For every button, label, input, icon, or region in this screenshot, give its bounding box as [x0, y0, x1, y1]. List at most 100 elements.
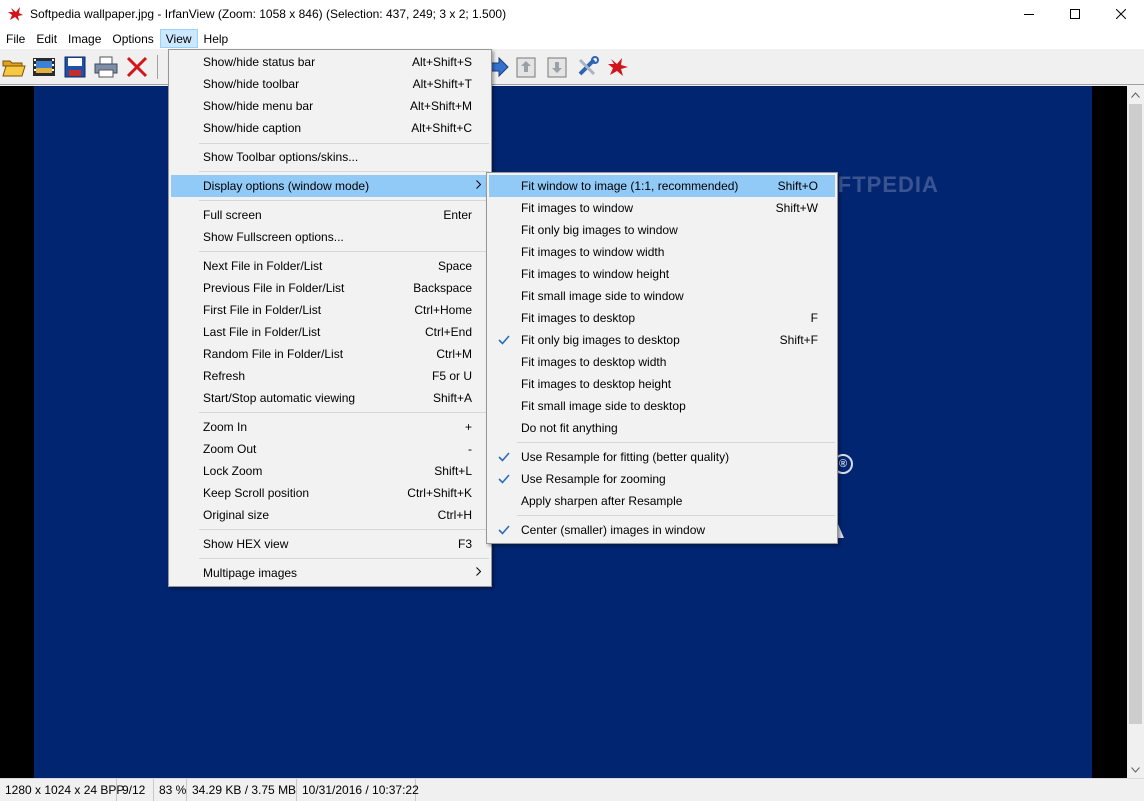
- toolbar-separator: [157, 55, 158, 79]
- submenu-item-fit-window-width[interactable]: Fit images to window width: [489, 241, 835, 263]
- menu-item-last-file[interactable]: Last File in Folder/List Ctrl+End: [171, 321, 489, 343]
- menu-item-next-file[interactable]: Next File in Folder/List Space: [171, 255, 489, 277]
- submenu-item-apply-sharpen[interactable]: Apply sharpen after Resample: [489, 490, 835, 512]
- menu-separator: [199, 251, 489, 252]
- display-options-submenu: Fit window to image (1:1, recommended) Sh…: [486, 172, 838, 544]
- delete-icon: [126, 56, 148, 78]
- status-datetime: 10/31/2016 / 10:37:22: [297, 778, 419, 801]
- status-zoom: 83 %: [154, 778, 187, 801]
- menu-file[interactable]: File: [1, 29, 30, 48]
- menu-edit[interactable]: Edit: [31, 29, 62, 48]
- menu-options[interactable]: Options: [107, 29, 158, 48]
- menu-separator: [199, 558, 489, 559]
- menu-item-multipage-images[interactable]: Multipage images: [171, 562, 489, 584]
- menu-separator: [517, 515, 835, 516]
- menu-item-first-file[interactable]: First File in Folder/List Ctrl+Home: [171, 299, 489, 321]
- save-icon: [64, 56, 86, 78]
- menu-separator: [199, 200, 489, 201]
- minimize-icon: [1024, 14, 1034, 15]
- close-icon: [1116, 9, 1126, 19]
- checkmark-icon: [498, 452, 510, 462]
- submenu-item-fit-desktop-height[interactable]: Fit images to desktop height: [489, 373, 835, 395]
- menu-separator: [199, 143, 489, 144]
- menu-item-show-hide-status-bar[interactable]: Show/hide status bar Alt+Shift+S: [171, 51, 489, 73]
- vertical-scrollbar[interactable]: [1127, 86, 1144, 778]
- tools-button[interactable]: [575, 54, 601, 80]
- close-button[interactable]: [1098, 0, 1144, 28]
- menu-image[interactable]: Image: [63, 29, 106, 48]
- maximize-button[interactable]: [1052, 0, 1098, 28]
- title-bar: Softpedia wallpaper.jpg - IrfanView (Zoo…: [0, 0, 1144, 28]
- copy-button[interactable]: [513, 54, 539, 80]
- menu-item-refresh[interactable]: Refresh F5 or U: [171, 365, 489, 387]
- status-filesize: 34.29 KB / 3.75 MB: [187, 778, 297, 801]
- slideshow-icon: [33, 58, 55, 76]
- submenu-item-fit-big-to-desktop[interactable]: Fit only big images to desktop Shift+F: [489, 329, 835, 351]
- menu-help[interactable]: Help: [199, 29, 234, 48]
- menu-item-keep-scroll[interactable]: Keep Scroll position Ctrl+Shift+K: [171, 482, 489, 504]
- scroll-thumb[interactable]: [1129, 104, 1142, 724]
- menu-item-display-options[interactable]: Display options (window mode): [171, 175, 489, 197]
- status-dimensions: 1280 x 1024 x 24 BPP: [0, 778, 124, 801]
- menu-item-show-hide-caption[interactable]: Show/hide caption Alt+Shift+C: [171, 117, 489, 139]
- submenu-item-center-images[interactable]: Center (smaller) images in window: [489, 519, 835, 541]
- status-bar: 1280 x 1024 x 24 BPP 9/12 83 % 34.29 KB …: [0, 778, 1144, 801]
- submenu-item-fit-desktop-width[interactable]: Fit images to desktop width: [489, 351, 835, 373]
- print-icon: [94, 56, 118, 78]
- minimize-button[interactable]: [1006, 0, 1052, 28]
- chevron-right-icon: [476, 567, 481, 576]
- menu-item-toolbar-options[interactable]: Show Toolbar options/skins...: [171, 146, 489, 168]
- menu-item-show-hide-menu-bar[interactable]: Show/hide menu bar Alt+Shift+M: [171, 95, 489, 117]
- open-folder-icon: [2, 60, 26, 77]
- chevron-down-icon: [1131, 766, 1140, 773]
- chevron-right-icon: [476, 180, 481, 189]
- paste-button[interactable]: [544, 54, 570, 80]
- copy-icon: [516, 57, 536, 78]
- menu-separator: [517, 442, 835, 443]
- menu-item-fullscreen-options[interactable]: Show Fullscreen options...: [171, 226, 489, 248]
- chevron-up-icon: [1131, 91, 1140, 98]
- save-button[interactable]: [62, 54, 88, 80]
- submenu-item-fit-big-to-window[interactable]: Fit only big images to window: [489, 219, 835, 241]
- open-folder-button[interactable]: [1, 54, 27, 80]
- menu-item-lock-zoom[interactable]: Lock Zoom Shift+L: [171, 460, 489, 482]
- checkmark-icon: [498, 525, 510, 535]
- menu-item-random-file[interactable]: Random File in Folder/List Ctrl+M: [171, 343, 489, 365]
- print-button[interactable]: [93, 54, 119, 80]
- menu-bar: File Edit Image Options View Help: [0, 28, 1144, 49]
- menu-separator: [199, 412, 489, 413]
- tools-icon: [578, 56, 599, 76]
- submenu-item-fit-images-to-window[interactable]: Fit images to window Shift+W: [489, 197, 835, 219]
- menu-item-original-size[interactable]: Original size Ctrl+H: [171, 504, 489, 526]
- delete-button[interactable]: [124, 54, 150, 80]
- menu-item-full-screen[interactable]: Full screen Enter: [171, 204, 489, 226]
- checkmark-icon: [498, 335, 510, 345]
- scroll-down-arrow[interactable]: [1127, 761, 1144, 778]
- irfanview-icon: [608, 58, 628, 76]
- menu-item-auto-viewing[interactable]: Start/Stop automatic viewing Shift+A: [171, 387, 489, 409]
- submenu-item-fit-window-height[interactable]: Fit images to window height: [489, 263, 835, 285]
- menu-item-zoom-out[interactable]: Zoom Out -: [171, 438, 489, 460]
- view-menu: Show/hide status bar Alt+Shift+S Show/hid…: [168, 49, 492, 587]
- submenu-item-fit-small-side-desktop[interactable]: Fit small image side to desktop: [489, 395, 835, 417]
- menu-item-zoom-in[interactable]: Zoom In +: [171, 416, 489, 438]
- submenu-item-resample-fitting[interactable]: Use Resample for fitting (better quality…: [489, 446, 835, 468]
- menu-item-show-hide-toolbar[interactable]: Show/hide toolbar Alt+Shift+T: [171, 73, 489, 95]
- submenu-item-do-not-fit[interactable]: Do not fit anything: [489, 417, 835, 439]
- window-title: Softpedia wallpaper.jpg - IrfanView (Zoo…: [30, 7, 507, 21]
- menu-item-hex-view[interactable]: Show HEX view F3: [171, 533, 489, 555]
- paste-icon: [547, 57, 567, 78]
- maximize-icon: [1070, 9, 1080, 19]
- status-index: 9/12: [117, 778, 154, 801]
- irfanview-app-icon: [8, 6, 24, 22]
- submenu-item-fit-window-to-image[interactable]: Fit window to image (1:1, recommended) Sh…: [489, 175, 835, 197]
- about-button[interactable]: [606, 54, 632, 80]
- submenu-item-resample-zooming[interactable]: Use Resample for zooming: [489, 468, 835, 490]
- menu-separator: [199, 171, 489, 172]
- submenu-item-fit-small-side-window[interactable]: Fit small image side to window: [489, 285, 835, 307]
- menu-view[interactable]: View: [159, 29, 198, 48]
- slideshow-button[interactable]: [31, 54, 57, 80]
- menu-item-previous-file[interactable]: Previous File in Folder/List Backspace: [171, 277, 489, 299]
- submenu-item-fit-desktop[interactable]: Fit images to desktop F: [489, 307, 835, 329]
- scroll-up-arrow[interactable]: [1127, 86, 1144, 103]
